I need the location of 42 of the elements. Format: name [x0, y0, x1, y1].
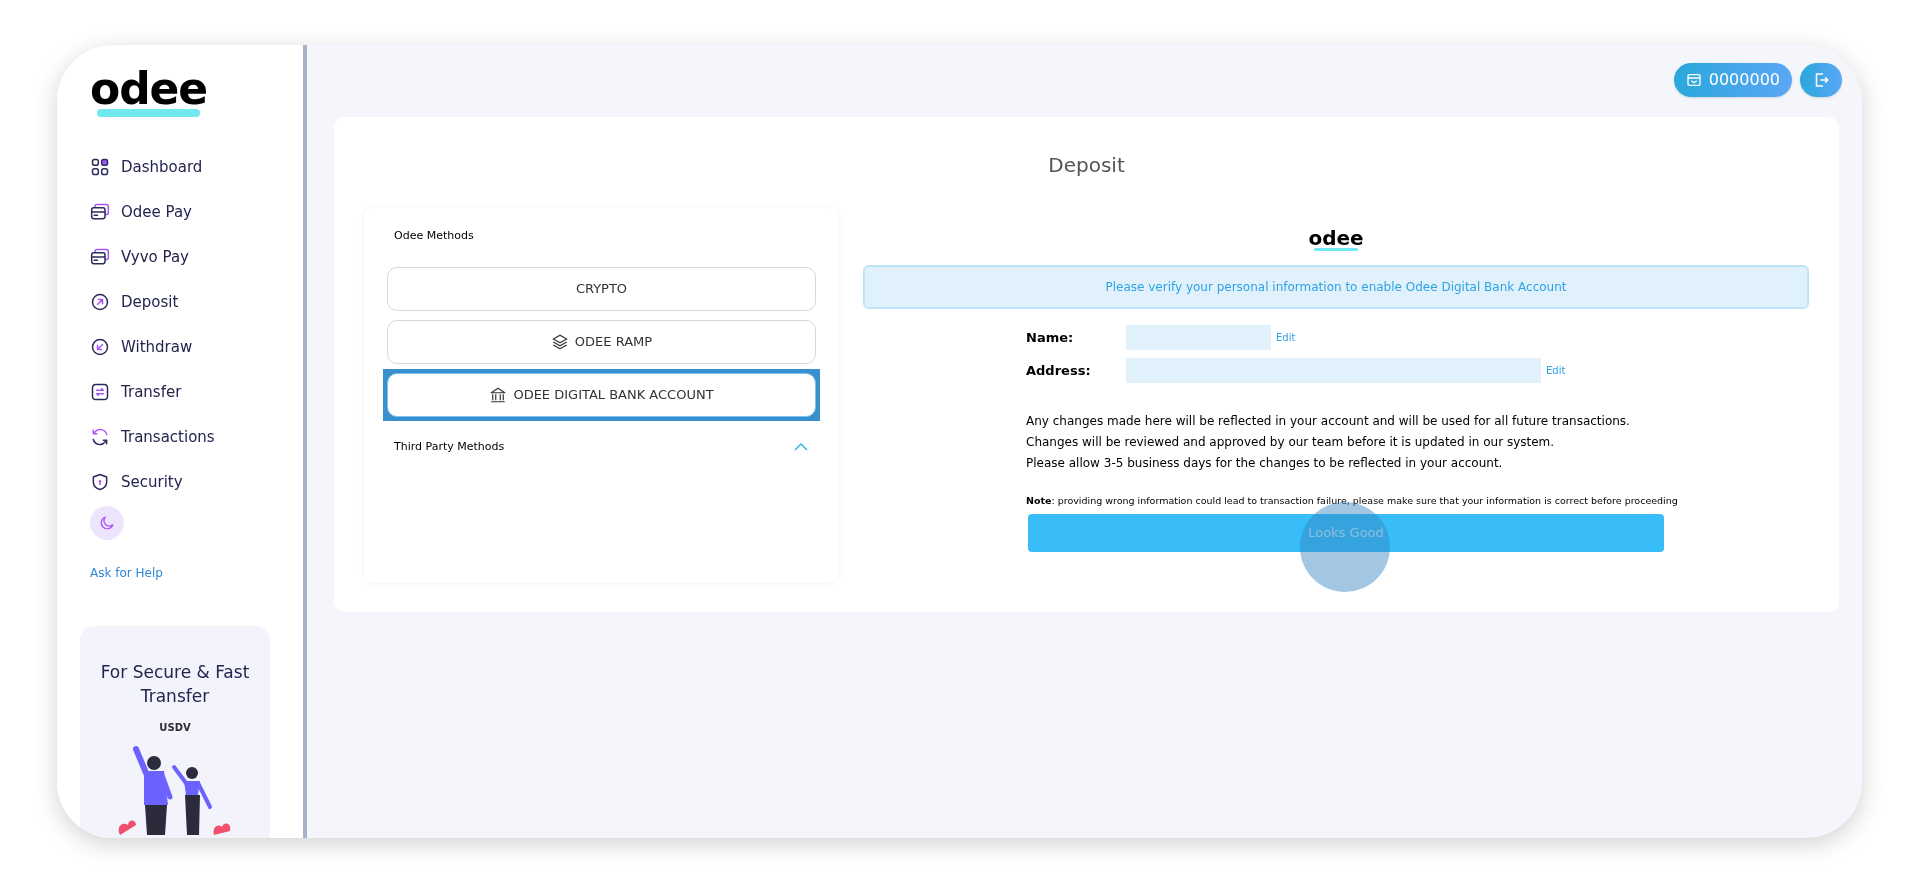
page-title: Deposit — [1048, 152, 1125, 179]
nav-item[interactable]: Transfer — [90, 380, 303, 404]
dark-mode-button[interactable] — [90, 506, 124, 540]
nav-item[interactable]: Withdraw — [90, 335, 303, 359]
section-title: Odee Methods — [394, 228, 475, 244]
illustration-sign: USDV — [159, 721, 191, 735]
swap-icon — [90, 382, 110, 402]
info-text: Changes will be reviewed and approved by our team before it is updated in our system. — [1026, 434, 1556, 451]
method-button[interactable]: CRYPTO — [387, 266, 816, 311]
nav-item[interactable]: Dashboard — [90, 155, 303, 179]
odee-logo: odee — [90, 67, 207, 117]
nav-item[interactable]: Deposit — [90, 290, 303, 314]
method-button[interactable]: ODEE RAMP — [387, 319, 816, 364]
moon-icon — [98, 514, 116, 532]
text-field[interactable] — [1126, 358, 1541, 383]
accordion-header[interactable]: Third Party Methods — [387, 438, 816, 455]
field-label: Address: — [1026, 361, 1092, 380]
card-icon — [90, 247, 110, 267]
grid-icon — [90, 157, 110, 177]
info-text: Any changes made here will be reflected in your account and will be used for all future transactions. — [1026, 413, 1631, 430]
nav-item[interactable]: Odee Pay — [90, 200, 303, 224]
nav-item[interactable]: Security — [90, 470, 303, 494]
text-field[interactable] — [1126, 325, 1271, 350]
arrow-circle-icon — [90, 337, 110, 357]
info-text: Please allow 3-5 business days for the changes to be reflected in your account. — [1026, 455, 1504, 472]
info-banner: Please verify your personal information to enable Odee Digital Bank Account — [863, 265, 1809, 309]
logout-button[interactable] — [1800, 63, 1842, 97]
shield-icon — [90, 472, 110, 492]
wallet-icon — [1685, 72, 1702, 88]
note-text: Note: providing wrong information could lead to transaction failure, please make sure that your information is correct before proceeding — [1026, 494, 1678, 508]
help-link[interactable]: Ask for Help — [90, 564, 303, 582]
card-icon — [90, 202, 110, 222]
layers-icon — [550, 332, 569, 351]
promo-title: For Secure & Fast Transfer — [99, 661, 251, 708]
odee-logo: odee — [1308, 228, 1364, 251]
bank-icon — [489, 385, 508, 404]
nav-item[interactable]: Transactions — [90, 425, 303, 449]
arrow-circle-icon — [90, 292, 110, 312]
refresh-icon — [90, 427, 110, 447]
nav-item[interactable]: Vyvo Pay — [90, 245, 303, 269]
method-button[interactable]: ODEE DIGITAL BANK ACCOUNT — [387, 372, 816, 417]
field-label: Name: — [1026, 328, 1075, 347]
